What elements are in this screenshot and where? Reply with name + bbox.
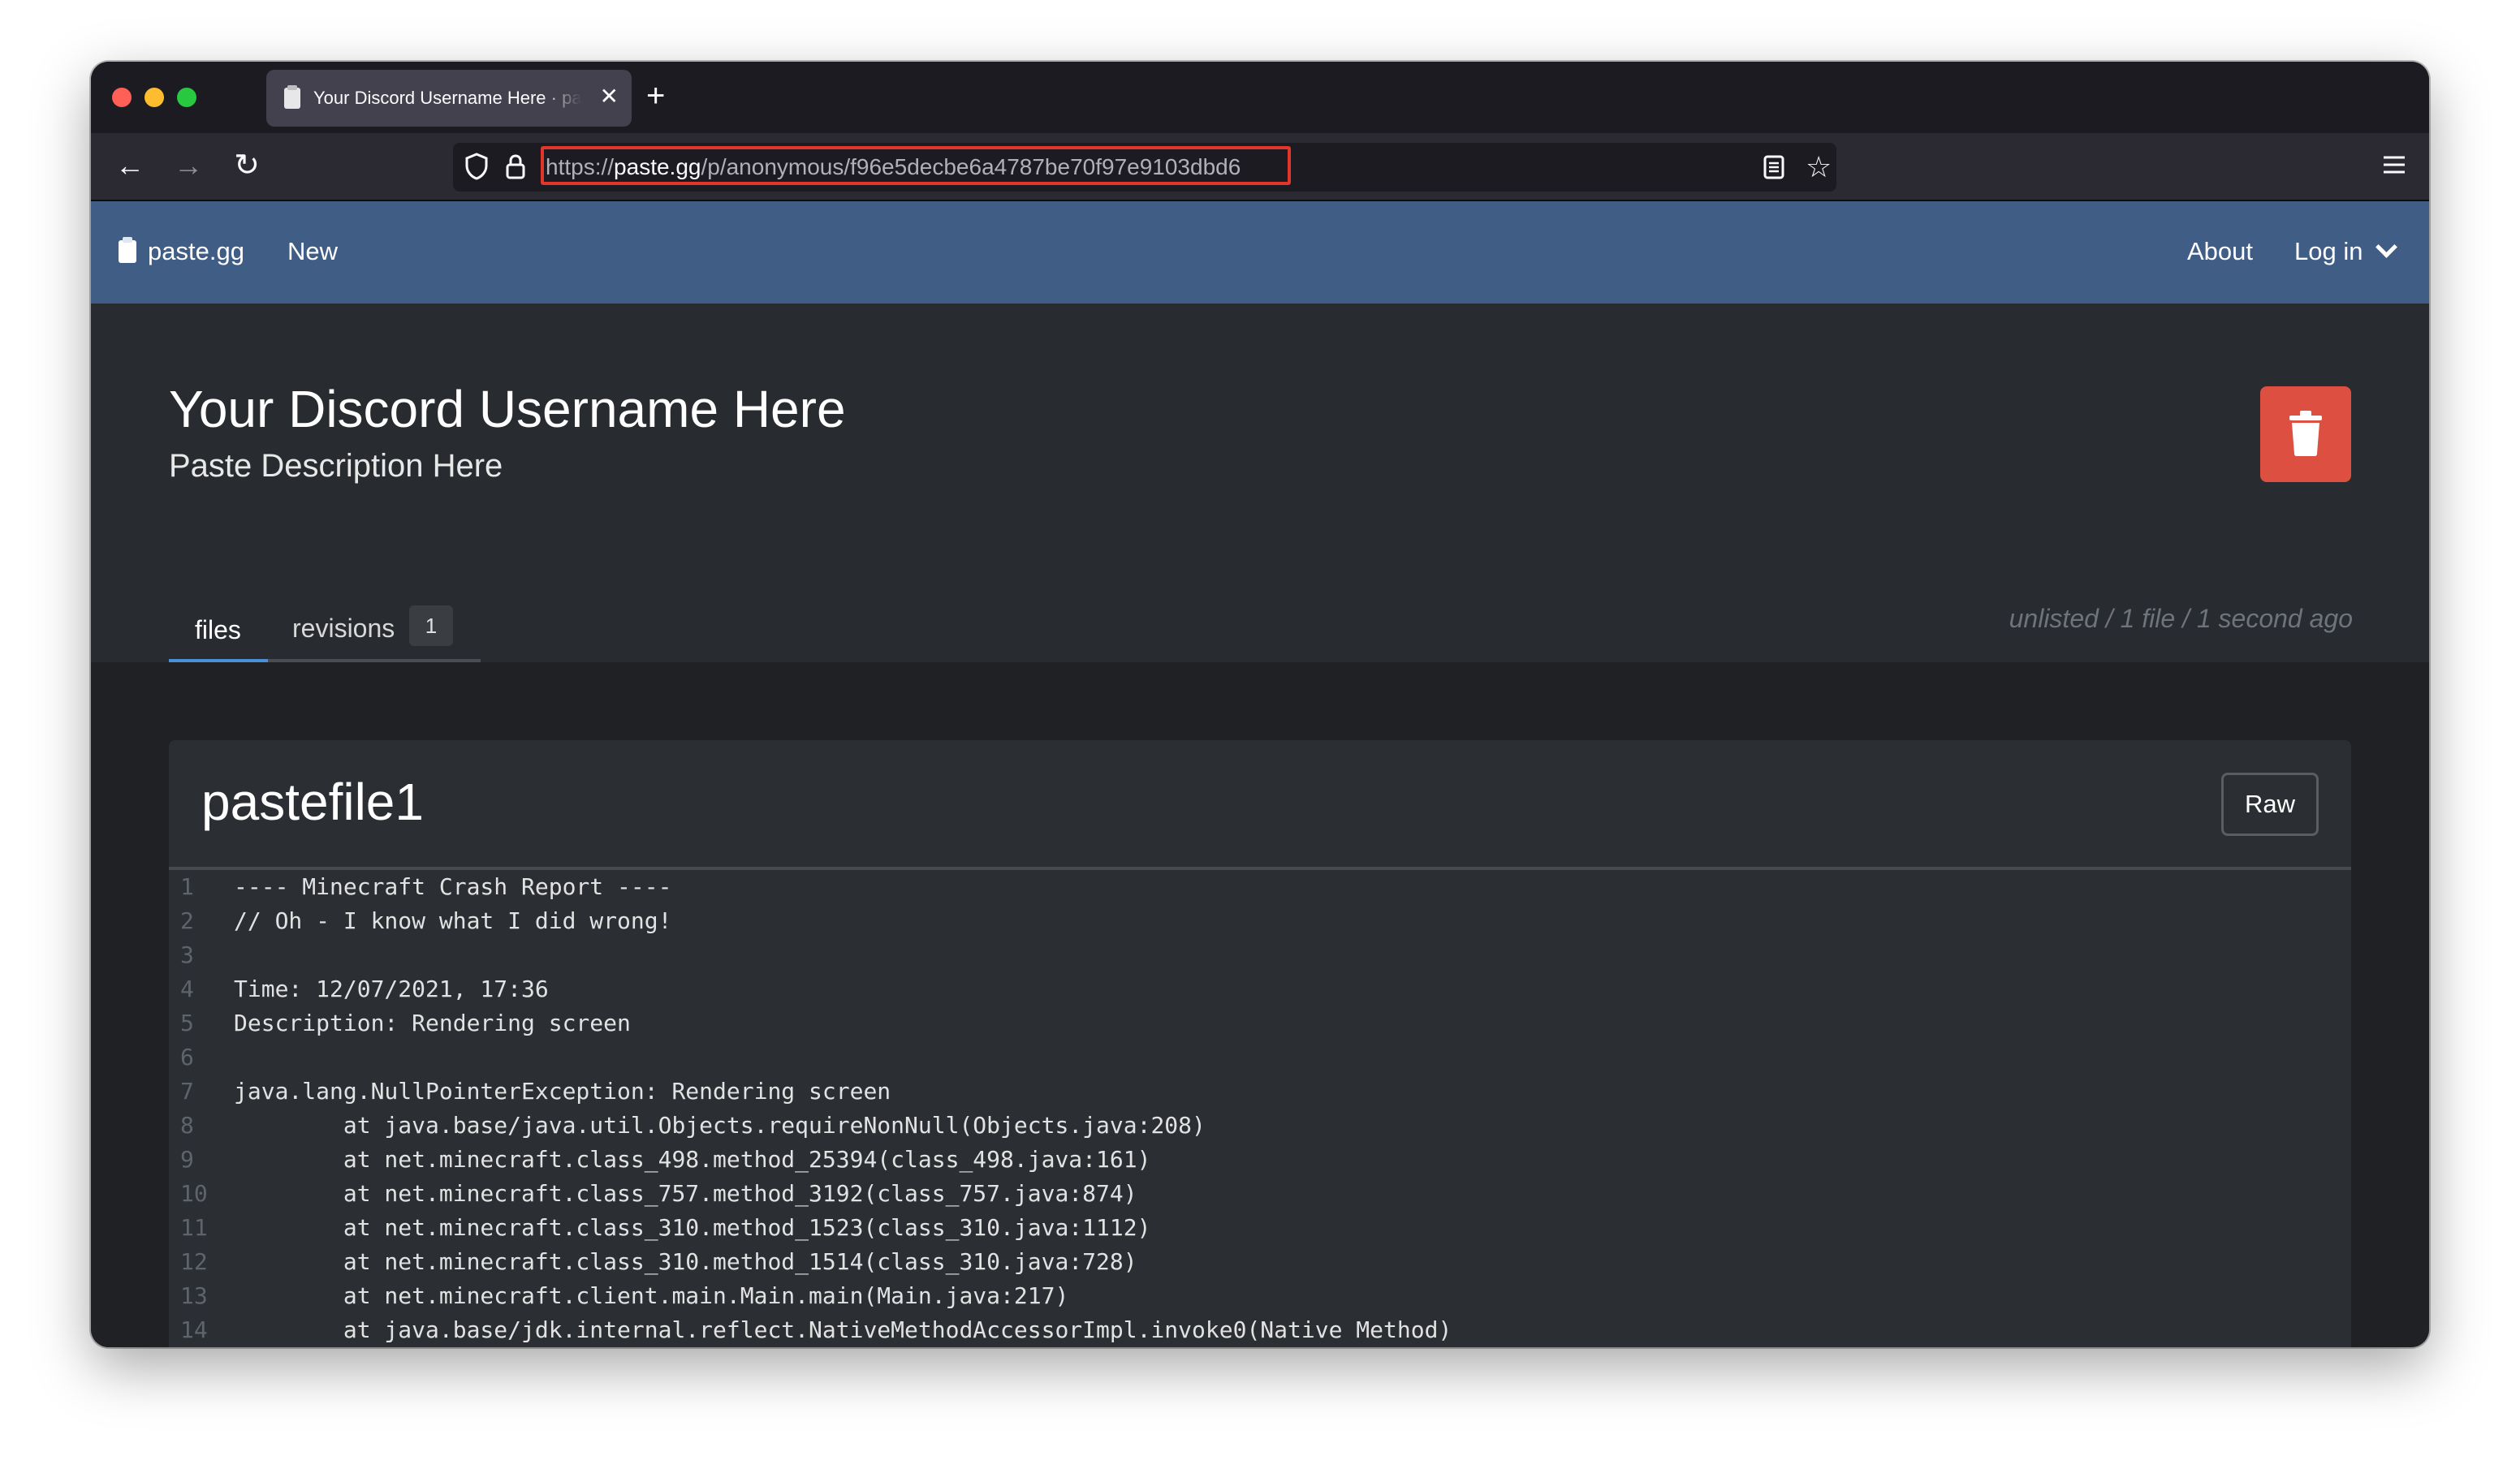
paste-description: Paste Description Here [169,448,503,484]
line-number: 3 [180,941,194,968]
maximize-window-button[interactable] [177,88,196,107]
tab-revisions[interactable]: revisions [292,612,395,644]
code-line: 7 java.lang.NullPointerException: Renderi… [169,1075,2351,1109]
line-number: 12 [180,1248,208,1275]
line-content: ---- Minecraft Crash Report ---- [234,873,672,900]
file-name: pastefile1 [201,773,424,831]
code-line: 11 at net.minecraft.class_310.method_152… [169,1211,2351,1245]
code-line: 8 at java.base/java.util.Objects.require… [169,1109,2351,1143]
back-button[interactable]: ← [110,146,149,185]
close-window-button[interactable] [112,88,132,107]
code-line: 5 Description: Rendering screen [169,1006,2351,1040]
nav-about-link[interactable]: About [2187,235,2253,268]
reload-button[interactable]: ↻ [227,146,266,185]
code-line: 14 at java.base/jdk.internal.reflect.Nat… [169,1313,2351,1347]
line-number: 5 [180,1010,194,1036]
code-line: 9 at net.minecraft.class_498.method_2539… [169,1143,2351,1177]
lock-icon[interactable] [503,153,528,180]
file-header: pastefile1 Raw [169,740,2351,870]
line-number: 4 [180,976,194,1002]
line-content: at net.minecraft.class_310.method_1523(c… [234,1214,1151,1241]
line-number: 8 [180,1112,194,1139]
reader-view-icon[interactable] [1762,154,1786,180]
line-content: at java.base/jdk.internal.reflect.Native… [234,1316,1452,1343]
line-number: 7 [180,1078,194,1105]
login-label: Log in [2294,237,2363,265]
hamburger-icon[interactable] [2382,153,2406,177]
line-content: at net.minecraft.class_757.method_3192(c… [234,1180,1137,1207]
file-card: pastefile1 Raw 1 ---- Minecraft Crash Rep… [169,740,2351,1347]
login-dropdown[interactable]: Log in [2294,235,2398,268]
trash-icon [2289,411,2322,456]
line-content: at net.minecraft.class_498.method_25394(… [234,1146,1151,1173]
paste-meta: unlisted / 1 file / 1 second ago [2009,604,2353,633]
brand-link[interactable]: paste.gg [119,235,244,268]
line-content: Time: 12/07/2021, 17:36 [234,976,549,1002]
tab-files[interactable]: files [169,594,268,662]
code-line: 1 ---- Minecraft Crash Report ---- [169,870,2351,904]
line-number: 10 [180,1180,208,1207]
browser-window: Your Discord Username Here · paste.gg ✕ … [91,62,2429,1347]
bookmark-star-icon[interactable]: ☆ [1806,153,1832,182]
nav-new-link[interactable]: New [287,235,338,268]
minimize-window-button[interactable] [145,88,164,107]
code-line: 10 at net.minecraft.class_757.method_319… [169,1177,2351,1211]
code-line: 3 [169,938,2351,972]
line-number: 14 [180,1316,208,1343]
url-scheme: https:// [546,154,615,179]
line-content: at java.base/java.util.Objects.requireNo… [234,1112,1206,1139]
paste-tabs: files revisions 1 [169,594,481,662]
paste-content: pastefile1 Raw 1 ---- Minecraft Crash Rep… [91,662,2429,1347]
tab-title: Your Discord Username Here · paste.gg [313,88,581,108]
tab-bar: Your Discord Username Here · paste.gg ✕ … [91,62,2429,133]
line-number: 1 [180,873,194,900]
forward-button[interactable]: → [169,146,208,185]
tab-close-icon[interactable]: ✕ [600,83,619,110]
line-content: java.lang.NullPointerException: Renderin… [234,1078,891,1105]
clipboard-icon [119,237,136,263]
code-line: 2 // Oh - I know what I did wrong! [169,904,2351,938]
line-content: at net.minecraft.class_310.method_1514(c… [234,1248,1137,1275]
navigation-bar: ← → ↻ https://paste.gg/p/anonymous/f96e5… [91,133,2429,201]
tab-files-label: files [195,615,241,644]
line-content: Description: Rendering screen [234,1010,631,1036]
line-number: 9 [180,1146,194,1173]
url-host: paste.gg [614,154,701,179]
new-tab-button[interactable]: + [646,76,665,115]
code-line: 6 [169,1040,2351,1075]
clipboard-icon [284,85,300,109]
site-header: paste.gg New About Log in [91,201,2429,304]
code-line: 12 at net.minecraft.class_310.method_151… [169,1245,2351,1279]
code-line: 13 at net.minecraft.client.main.Main.mai… [169,1279,2351,1313]
address-bar[interactable]: https://paste.gg/p/anonymous/f96e5decbe6… [453,143,1836,192]
browser-tab[interactable]: Your Discord Username Here · paste.gg ✕ [266,70,632,127]
raw-button[interactable]: Raw [2221,773,2319,836]
line-content: // Oh - I know what I did wrong! [234,907,672,934]
delete-paste-button[interactable] [2260,386,2351,482]
line-number: 13 [180,1282,208,1309]
paste-title: Your Discord Username Here [169,380,846,438]
url-text[interactable]: https://paste.gg/p/anonymous/f96e5decbe6… [546,154,1241,180]
chevron-down-icon [2375,236,2398,258]
revisions-count-badge: 1 [409,605,453,646]
shield-icon[interactable] [464,153,489,180]
line-number: 2 [180,907,194,934]
brand-label: paste.gg [148,237,244,265]
code-line: 4 Time: 12/07/2021, 17:36 [169,972,2351,1006]
line-number: 11 [180,1214,208,1241]
code-block: 1 ---- Minecraft Crash Report ---- 2 // Oh … [169,870,2351,1347]
line-number: 6 [180,1044,194,1071]
line-content: at net.minecraft.client.main.Main.main(M… [234,1282,1069,1309]
paste-header: Your Discord Username Here Paste Descrip… [91,304,2429,662]
url-path: /p/anonymous/f96e5decbe6a4787be70f97e910… [701,154,1241,179]
